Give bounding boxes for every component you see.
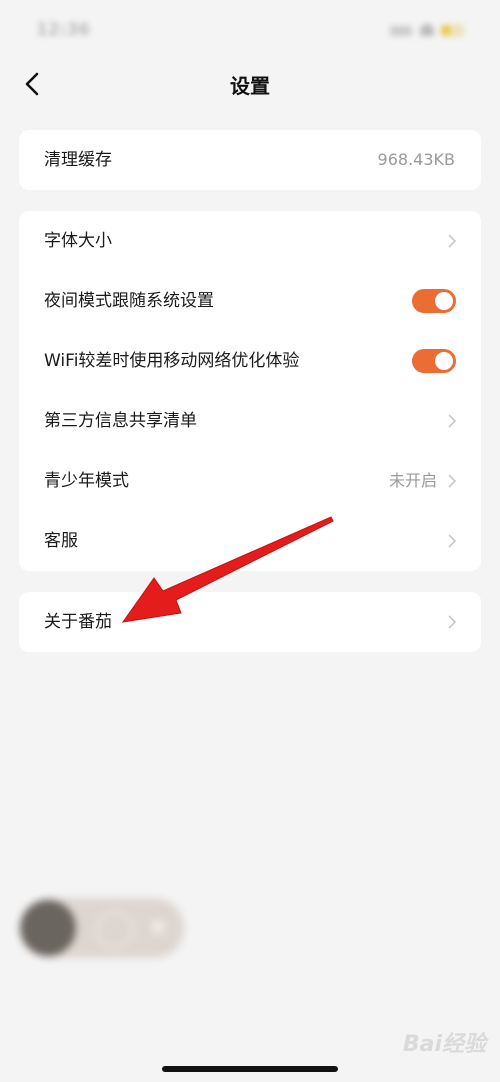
third-party-label: 第三方信息共享清单 [44, 411, 197, 431]
album-cover [20, 900, 76, 956]
cache-size-value: 968.43KB [377, 150, 455, 169]
mini-player[interactable] [20, 898, 184, 958]
wifi-optimize-row: WiFi较差时使用移动网络优化体验 [19, 331, 481, 391]
chevron-right-icon [448, 534, 457, 548]
night-mode-toggle[interactable] [412, 289, 456, 313]
chevron-right-icon [448, 234, 457, 248]
wifi-optimize-toggle[interactable] [412, 349, 456, 373]
teen-mode-row[interactable]: 青少年模式 未开启 [19, 451, 481, 511]
about-row[interactable]: 关于番茄 [19, 592, 481, 652]
chevron-right-icon [448, 615, 457, 629]
night-mode-label: 夜间模式跟随系统设置 [44, 291, 214, 311]
settings-card: 字体大小 夜间模式跟随系统设置 WiFi较差时使用移动网络优化体验 第三方信息共… [19, 211, 481, 571]
status-time: 12:36 [36, 20, 91, 40]
font-size-label: 字体大小 [44, 231, 112, 251]
next-icon[interactable] [152, 921, 164, 933]
toggle-knob [435, 292, 453, 310]
font-size-row[interactable]: 字体大小 [19, 211, 481, 271]
about-label: 关于番茄 [44, 612, 112, 632]
status-icons [390, 22, 464, 38]
toggle-knob [435, 352, 453, 370]
support-row[interactable]: 客服 [19, 511, 481, 571]
home-indicator [162, 1066, 338, 1072]
nav-bar: 设置 [0, 60, 500, 108]
teen-mode-status: 未开启 [388, 471, 437, 490]
wifi-icon [420, 24, 434, 36]
status-bar: 12:36 [0, 0, 500, 60]
battery-icon [440, 24, 464, 37]
teen-mode-label: 青少年模式 [44, 471, 129, 491]
play-icon[interactable] [96, 911, 134, 949]
about-card: 关于番茄 [19, 592, 481, 652]
signal-icon [390, 26, 412, 36]
page-title: 设置 [230, 74, 270, 98]
watermark-logo: Bai经验 [402, 1032, 486, 1057]
night-mode-row: 夜间模式跟随系统设置 [19, 271, 481, 331]
chevron-right-icon [448, 474, 457, 488]
clear-cache-label: 清理缓存 [44, 150, 112, 170]
third-party-row[interactable]: 第三方信息共享清单 [19, 391, 481, 451]
clear-cache-row[interactable]: 清理缓存 968.43KB [19, 130, 481, 190]
cache-card: 清理缓存 968.43KB [19, 130, 481, 190]
wifi-optimize-label: WiFi较差时使用移动网络优化体验 [44, 351, 300, 371]
support-label: 客服 [44, 531, 78, 551]
chevron-right-icon [448, 414, 457, 428]
